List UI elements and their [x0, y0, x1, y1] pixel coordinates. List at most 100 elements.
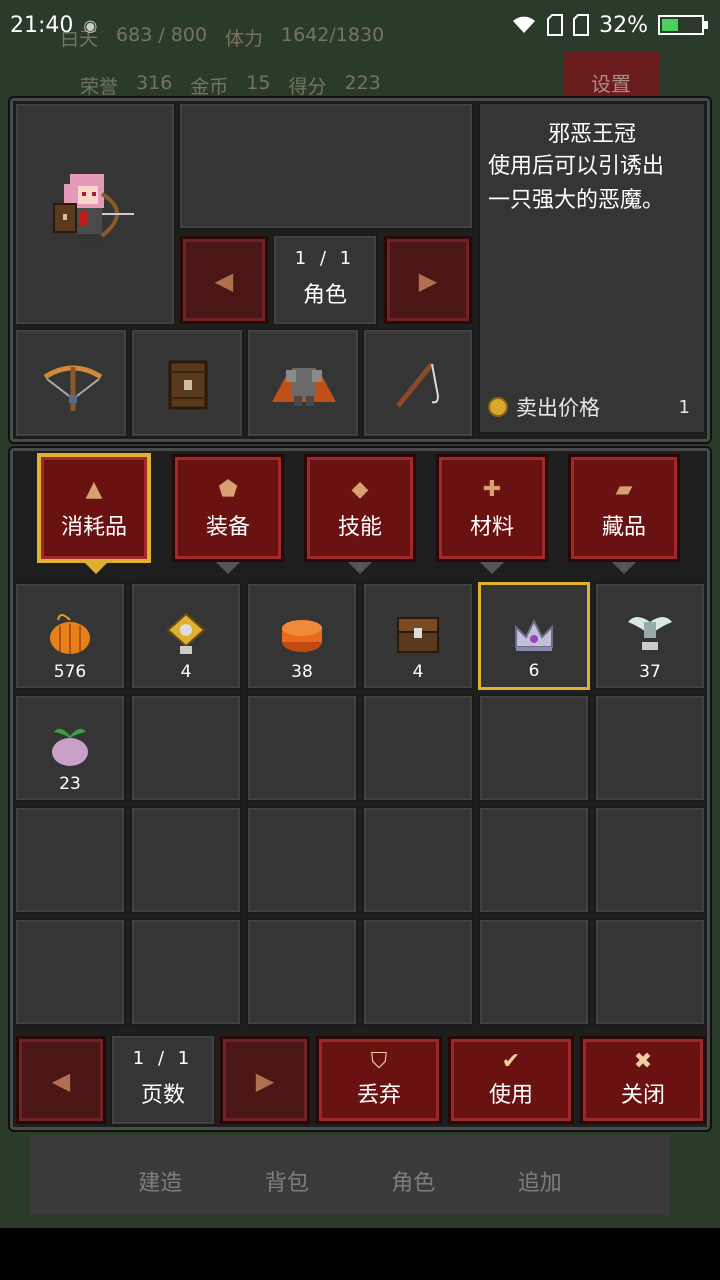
character-page-indicator: 1 / 1: [294, 248, 356, 269]
inventory-slot-empty[interactable]: [362, 694, 474, 802]
inventory-slot-empty[interactable]: [594, 806, 706, 914]
winged-token-icon: [626, 612, 674, 656]
sim-card-icon: [547, 14, 564, 36]
sell-price-label: 卖出价格: [516, 396, 600, 420]
gold-label: 金币: [190, 76, 229, 98]
tab-label: 装备: [205, 515, 250, 540]
character-next-button[interactable]: ▶: [384, 236, 472, 324]
tab-pointer: [480, 562, 504, 574]
discard-label: 丢弃: [356, 1083, 401, 1108]
arrow-right-icon: ▶: [255, 1067, 275, 1095]
close-button[interactable]: ✖ 关闭: [580, 1036, 706, 1124]
inventory-pager-label: 页数: [140, 1083, 185, 1108]
item-description-line-1: 使用后可以引诱出: [488, 154, 665, 179]
inventory-slot-filled[interactable]: 6: [478, 582, 590, 690]
item-description: 使用后可以引诱出 一只强大的恶魔。: [480, 148, 704, 220]
item-count: 37: [639, 662, 661, 682]
tab-pointer: [348, 562, 372, 574]
tab-collectibles[interactable]: ▰ 藏品: [568, 454, 680, 562]
gem-token-icon: [162, 612, 210, 656]
coin-icon: [488, 397, 508, 417]
turnip-icon: [46, 724, 94, 768]
gold-value: 15: [246, 72, 271, 94]
arrow-right-icon: ▶: [418, 267, 438, 295]
tab-label: 藏品: [601, 515, 646, 540]
inventory-page-indicator: 1 / 1: [132, 1048, 194, 1069]
scroll-icon: ▰: [615, 477, 633, 502]
close-label: 关闭: [620, 1083, 665, 1108]
inventory-slot-filled[interactable]: 4: [130, 582, 242, 690]
tab-skills[interactable]: ◆ 技能: [304, 454, 416, 562]
discard-button[interactable]: ⛉ 丢弃: [316, 1036, 442, 1124]
flask-icon: ▲: [85, 477, 103, 502]
inventory-prev-button[interactable]: ◀: [16, 1036, 106, 1124]
portrait-slot[interactable]: [14, 102, 176, 326]
item-detail-box: 邪恶王冠 使用后可以引诱出 一只强大的恶魔。 卖出价格 1: [478, 102, 706, 434]
inventory-slot-empty[interactable]: [246, 918, 358, 1026]
inventory-slot-empty[interactable]: [594, 918, 706, 1026]
inventory-slot-empty[interactable]: [246, 806, 358, 914]
character-prev-button[interactable]: ◀: [180, 236, 268, 324]
plus-icon: ✚: [482, 477, 502, 502]
inventory-slot-empty[interactable]: [362, 918, 474, 1026]
hud-second-row: 荣誉 316 金币 15 得分 223: [80, 72, 381, 99]
equip-slot-weapon[interactable]: [14, 328, 128, 438]
shield-badge-icon: ⬟: [218, 477, 238, 502]
inventory-slot-empty[interactable]: [362, 806, 474, 914]
inventory-slot-empty[interactable]: [130, 918, 242, 1026]
inventory-slot-filled[interactable]: 38: [246, 582, 358, 690]
nav-build[interactable]: 建造: [100, 1135, 221, 1215]
sim-card-2-icon: [573, 14, 590, 36]
nav-add[interactable]: 追加: [480, 1135, 601, 1215]
sell-price-value: 1: [678, 396, 690, 418]
honor-label: 荣誉: [80, 76, 119, 98]
character-pager-label: 角色: [302, 283, 347, 308]
tab-materials[interactable]: ✚ 材料: [436, 454, 548, 562]
item-count: 576: [53, 662, 87, 682]
item-name: 邪恶王冠: [547, 122, 636, 147]
nav-backpack[interactable]: 背包: [227, 1135, 348, 1215]
inventory-next-button[interactable]: ▶: [220, 1036, 310, 1124]
inventory-slot-empty[interactable]: [246, 694, 358, 802]
close-icon: ✖: [633, 1049, 653, 1074]
inventory-slot-empty[interactable]: [14, 918, 126, 1026]
status-bar: 21:40 ◉ 32%: [0, 0, 720, 50]
inventory-slot-filled[interactable]: 23: [14, 694, 126, 802]
clock: 21:40: [10, 12, 74, 38]
score-label: 得分: [288, 76, 327, 98]
equip-slot-armor[interactable]: [246, 328, 360, 438]
tab-equipment[interactable]: ⬟ 装备: [172, 454, 284, 562]
inventory-slot-empty[interactable]: [14, 806, 126, 914]
cake-icon: [278, 612, 326, 656]
item-count: 38: [291, 662, 313, 682]
inventory-slot-filled[interactable]: 576: [14, 582, 126, 690]
inventory-slot-empty[interactable]: [130, 694, 242, 802]
diamond-icon: ◆: [351, 477, 369, 502]
shield-icon: [168, 360, 208, 410]
inventory-slot-empty[interactable]: [594, 694, 706, 802]
character-pager: 1 / 1 角色: [272, 234, 378, 326]
crossbow-icon: [43, 365, 103, 411]
tab-pointer: [612, 562, 636, 574]
inventory-slot-empty[interactable]: [130, 806, 242, 914]
tab-pointer-active: [84, 562, 108, 574]
equip-slot-tool[interactable]: [362, 328, 474, 438]
use-button[interactable]: ✔ 使用: [448, 1036, 574, 1124]
tab-label: 消耗品: [60, 515, 127, 540]
settings-button[interactable]: 设置: [563, 52, 659, 100]
arrow-left-icon: ◀: [214, 267, 234, 295]
tab-consumables[interactable]: ▲ 消耗品: [38, 454, 150, 562]
inventory-pager: 1 / 1 页数: [110, 1034, 216, 1126]
inventory-slot-filled[interactable]: 37: [594, 582, 706, 690]
inventory-slot-empty[interactable]: [478, 694, 590, 802]
chest-icon: [394, 612, 442, 656]
use-label: 使用: [488, 1083, 533, 1108]
nav-character[interactable]: 角色: [353, 1135, 474, 1215]
arrow-left-icon: ◀: [51, 1067, 71, 1095]
inventory-slot-empty[interactable]: [478, 918, 590, 1026]
equip-slot-shield[interactable]: [130, 328, 244, 438]
inventory-slot-empty[interactable]: [478, 806, 590, 914]
inventory-slot-filled[interactable]: 4: [362, 582, 474, 690]
crown-icon: [510, 613, 558, 657]
shield-status-icon: ◉: [83, 15, 98, 35]
